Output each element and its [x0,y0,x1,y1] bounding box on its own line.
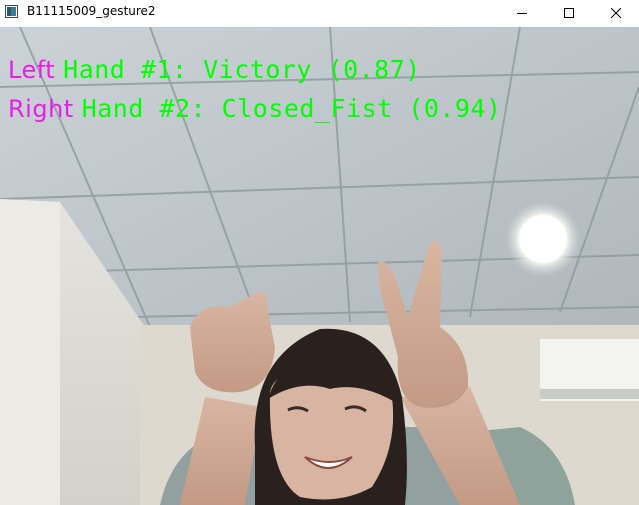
close-button[interactable] [593,0,639,26]
hand-2-side: Right [8,95,74,123]
window-app-icon [5,5,18,18]
title-bar[interactable]: B11115009_gesture2 [0,0,639,26]
camera-frame: Left Hand #1: Victory (0.87) Right Hand #2… [0,27,639,505]
hand-2-label: Hand #2: Closed_Fist (0.94) [81,94,502,123]
maximize-icon [564,8,574,18]
window-title: B11115009_gesture2 [27,4,156,18]
minimize-button[interactable] [499,0,545,26]
hand-2-detection: Right Hand #2: Closed_Fist (0.94) [8,94,502,124]
hand-1-side: Left [8,56,56,84]
hand-1-label: Hand #1: Victory (0.87) [63,55,421,84]
close-icon [611,8,621,18]
gesture-window: B11115009_gesture2 Left Hand #1: Victory… [0,0,639,505]
hand-1-detection: Left Hand #1: Victory (0.87) [8,55,421,85]
minimize-icon [517,13,527,14]
maximize-button[interactable] [546,0,592,26]
